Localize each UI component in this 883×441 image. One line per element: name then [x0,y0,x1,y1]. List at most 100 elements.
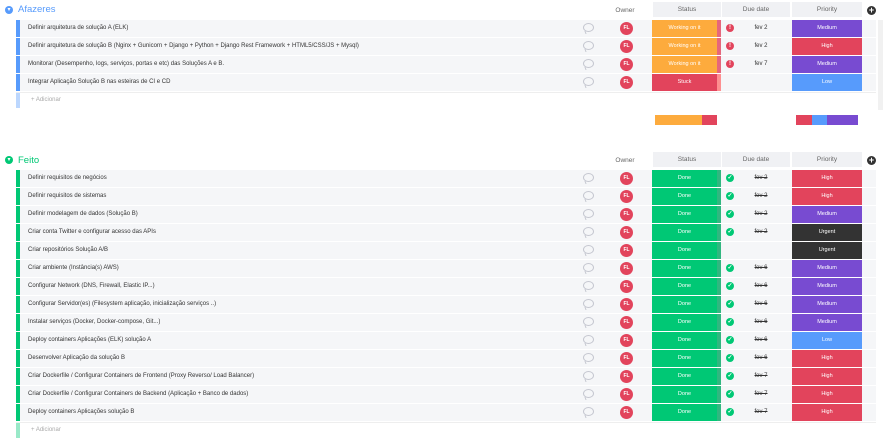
column-header-owner[interactable]: Owner [610,157,640,164]
comment-icon[interactable] [583,335,594,344]
due-date[interactable]: fev 2 [746,20,776,37]
due-date[interactable]: fev 2 [746,38,776,55]
owner-avatar[interactable]: FL [620,298,633,311]
table-row[interactable]: Definir arquitetura de solução B (Nginx … [16,38,876,55]
table-row[interactable]: Integrar Aplicação Solução B nas esteira… [16,74,876,91]
due-date[interactable]: fev 7 [746,56,776,73]
status-cell[interactable]: Done [652,332,717,349]
owner-avatar[interactable]: FL [620,208,633,221]
owner-avatar[interactable]: FL [620,406,633,419]
due-date[interactable] [746,242,776,259]
due-date[interactable]: fev 2 [746,206,776,223]
table-row[interactable]: Definir requisitos de negócios FL Done ✓ fev… [16,170,876,187]
comment-icon[interactable] [583,407,594,416]
task-name[interactable]: Criar conta Twitter e configurar acesso … [28,224,588,241]
task-name[interactable]: Configurar Servidor(es) (Filesystem apli… [28,296,588,313]
priority-cell[interactable]: Medium [792,314,862,331]
status-cell[interactable]: Done [652,242,717,259]
due-date[interactable]: fev 7 [746,386,776,403]
due-date[interactable]: fev 6 [746,296,776,313]
add-column-icon[interactable]: + [867,6,876,15]
status-cell[interactable]: Done [652,260,717,277]
task-name[interactable]: Definir requisitos de sistemas [28,188,588,205]
task-name[interactable]: Integrar Aplicação Solução B nas esteira… [28,74,588,91]
task-name[interactable]: Monitorar (Desempenho, logs, serviços, p… [28,56,588,73]
task-name[interactable]: Desenvolver Aplicação da solução B [28,350,588,367]
column-header-priority[interactable]: Priority [792,152,862,167]
owner-avatar[interactable]: FL [620,22,633,35]
comment-icon[interactable] [583,371,594,380]
table-row[interactable]: Configurar Network (DNS, Firewall, Elast… [16,278,876,295]
priority-cell[interactable]: Urgent [792,242,862,259]
task-name[interactable]: Definir requisitos de negócios [28,170,588,187]
task-name[interactable]: Definir arquitetura de solução B (Nginx … [28,38,588,55]
status-cell[interactable]: Done [652,188,717,205]
comment-icon[interactable] [583,389,594,398]
task-name[interactable]: Definir modelagem de dados (Solução B) [28,206,588,223]
priority-cell[interactable]: Medium [792,260,862,277]
owner-avatar[interactable]: FL [620,58,633,71]
task-name[interactable]: Definir arquitetura de solução A (ELK) [28,20,588,37]
owner-avatar[interactable]: FL [620,226,633,239]
priority-cell[interactable]: High [792,170,862,187]
due-date[interactable]: fev 7 [746,368,776,385]
status-cell[interactable]: Done [652,278,717,295]
group-title[interactable]: Feito [18,155,39,166]
table-row[interactable]: Criar conta Twitter e configurar acesso … [16,224,876,241]
table-row[interactable]: Definir modelagem de dados (Solução B) FL… [16,206,876,223]
priority-cell[interactable]: Medium [792,278,862,295]
priority-cell[interactable]: Low [792,332,862,349]
priority-cell[interactable]: Medium [792,56,862,73]
table-row[interactable]: Deploy containers Aplicações (ELK) soluç… [16,332,876,349]
column-header-due-date[interactable]: Due date [722,2,790,17]
add-item-row[interactable]: + Adicionar [16,422,876,438]
column-header-owner[interactable]: Owner [610,7,640,14]
due-date[interactable]: fev 2 [746,188,776,205]
status-cell[interactable]: Done [652,170,717,187]
status-cell[interactable]: Done [652,386,717,403]
table-row[interactable]: Criar Dockerfile / Configurar Containers… [16,368,876,385]
status-cell[interactable]: Done [652,368,717,385]
comment-icon[interactable] [583,191,594,200]
due-date[interactable]: fev 2 [746,224,776,241]
status-cell[interactable]: Working on it [652,56,717,73]
comment-icon[interactable] [583,281,594,290]
column-header-status[interactable]: Status [653,152,721,167]
add-item-label[interactable]: + Adicionar [31,93,61,108]
add-item-label[interactable]: + Adicionar [31,423,61,438]
scrollbar[interactable] [878,20,883,110]
due-date[interactable]: fev 7 [746,404,776,421]
status-cell[interactable]: Working on it [652,20,717,37]
table-row[interactable]: Deploy containers Aplicações solução B FL… [16,404,876,421]
task-name[interactable]: Criar Dockerfile / Configurar Containers… [28,368,588,385]
due-date[interactable]: fev 6 [746,350,776,367]
comment-icon[interactable] [583,23,594,32]
owner-avatar[interactable]: FL [620,244,633,257]
table-row[interactable]: Monitorar (Desempenho, logs, serviços, p… [16,56,876,73]
priority-cell[interactable]: High [792,188,862,205]
task-name[interactable]: Criar Dockerfile / Configurar Containers… [28,386,588,403]
column-header-priority[interactable]: Priority [792,2,862,17]
status-cell[interactable]: Stuck [652,74,717,91]
task-name[interactable]: Deploy containers Aplicações (ELK) soluç… [28,332,588,349]
table-row[interactable]: Criar ambiente (Instância(s) AWS) FL Done ✓… [16,260,876,277]
chevron-down-icon[interactable]: ▾ [5,6,13,14]
table-row[interactable]: Criar repositórios Solução A/B FL Done Urge… [16,242,876,259]
table-row[interactable]: Definir arquitetura de solução A (ELK) FL… [16,20,876,37]
task-name[interactable]: Deploy containers Aplicações solução B [28,404,588,421]
priority-cell[interactable]: High [792,386,862,403]
column-header-due-date[interactable]: Due date [722,152,790,167]
priority-cell[interactable]: High [792,38,862,55]
due-date[interactable]: fev 6 [746,332,776,349]
comment-icon[interactable] [583,299,594,308]
status-cell[interactable]: Done [652,404,717,421]
column-header-status[interactable]: Status [653,2,721,17]
task-name[interactable]: Configurar Network (DNS, Firewall, Elast… [28,278,588,295]
comment-icon[interactable] [583,227,594,236]
due-date[interactable]: fev 6 [746,314,776,331]
comment-icon[interactable] [583,245,594,254]
priority-cell[interactable]: Medium [792,20,862,37]
priority-cell[interactable]: Medium [792,206,862,223]
task-name[interactable]: Criar repositórios Solução A/B [28,242,588,259]
add-item-row[interactable]: + Adicionar [16,92,876,108]
